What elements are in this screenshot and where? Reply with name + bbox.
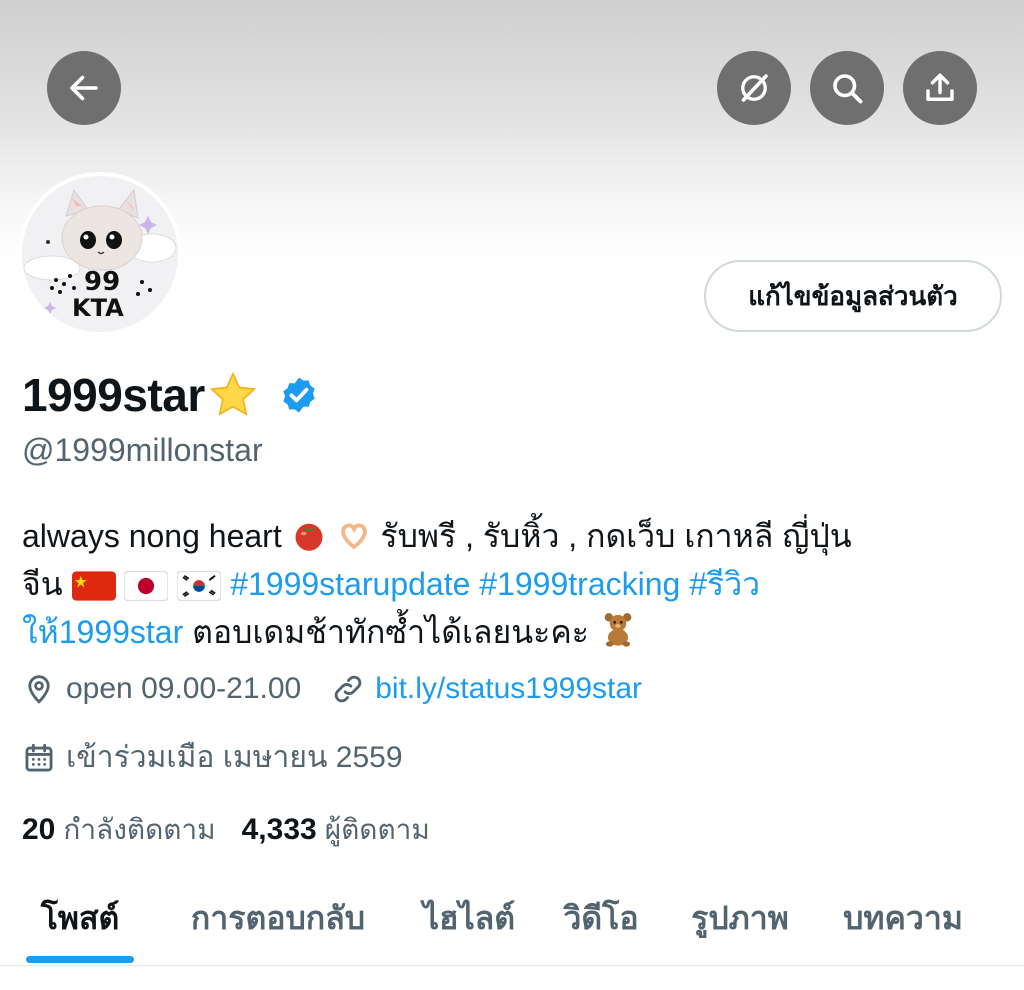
following-count: 20 [22,813,56,846]
user-handle: @1999millonstar [22,432,263,468]
grok-icon [741,74,768,102]
joined-date: เข้าร่วมเมือ เมษายน 2559 [66,741,403,774]
location-text: open 09.00-21.00 [66,672,302,705]
svg-text:KTA: KTA [72,294,124,322]
star-emoji-icon [209,371,256,416]
display-name: 1999star [22,369,205,421]
followers-count: 4,333 [241,813,317,846]
link-icon [334,675,362,703]
korea-flag-icon [177,571,222,601]
heart-hands-emoji-icon [340,523,367,550]
edit-profile-button[interactable]: แก้ไขข้อมูลส่วนตัว [704,260,1002,332]
svg-text:99: 99 [84,267,120,297]
back-button[interactable] [47,51,121,125]
tab-highlights[interactable]: ไฮไลต์ [410,870,528,966]
active-tab-indicator [26,956,134,963]
japan-flag-icon [124,571,169,601]
tab-media[interactable]: รูปภาพ [676,870,804,966]
following-link[interactable]: 20 กำลังติดตาม [22,808,216,852]
bio-hashtags[interactable]: #1999starupdate #1999tracking #รีวิว [230,566,760,602]
tab-videos[interactable]: วิดีโอ [550,870,652,966]
profile-tabs: โพสต์ การตอบกลับ ไฮไลต์ วิดีโอ รูปภาพ บท… [0,870,1024,966]
search-icon [833,74,863,104]
tab-replies[interactable]: การตอบกลับ [170,870,386,966]
calendar-icon [25,743,53,771]
website-link[interactable]: bit.ly/status1999star [375,672,642,706]
arrow-left-icon [70,75,98,101]
profile-bio: always nong heart รับพรี , รับหิ้ว , กดเ… [22,512,997,656]
teddy-bear-emoji-icon [604,613,632,647]
avatar[interactable]: 99 KTA [18,172,182,336]
followers-link[interactable]: 4,333 ผู้ติดตาม [242,808,430,852]
bio-line-3: ให้1999star ตอบเดมช้าทักซ้ำได้เลยนะคะ [22,608,997,656]
bio-line-1: always nong heart รับพรี , รับหิ้ว , กดเ… [22,518,852,554]
tab-posts[interactable]: โพสต์ [26,870,134,966]
share-icon [926,73,954,101]
bio-line-2: จีน #1999starupdate #1999tracking #รีวิว [22,566,761,602]
profile-meta-row: open 09.00-21.00 bit.ly/status1999star [22,672,642,706]
location-pin-icon [28,675,50,704]
grok-button[interactable] [717,51,791,125]
profile-page: 99 KTA แก้ไขข้อมูลส่วนตัว 1999star @1999… [0,0,1024,990]
china-flag-icon [71,571,116,601]
followers-label: ผู้ติดตาม [324,814,430,845]
tab-articles[interactable]: บทความ [828,870,978,966]
tomato-emoji-icon [295,523,323,551]
search-button[interactable] [810,51,884,125]
avatar-image: 99 KTA [22,176,178,332]
follow-stats: 20 กำลังติดตาม 4,333 ผู้ติดตาม [22,808,430,852]
name-row: 1999star [22,365,319,425]
joined-row: เข้าร่วมเมือ เมษายน 2559 [22,734,403,781]
share-button[interactable] [903,51,977,125]
following-label: กำลังติดตาม [63,814,216,845]
verified-badge-icon[interactable] [279,375,319,415]
bio-hashtag-link[interactable]: ให้1999star [22,614,183,650]
